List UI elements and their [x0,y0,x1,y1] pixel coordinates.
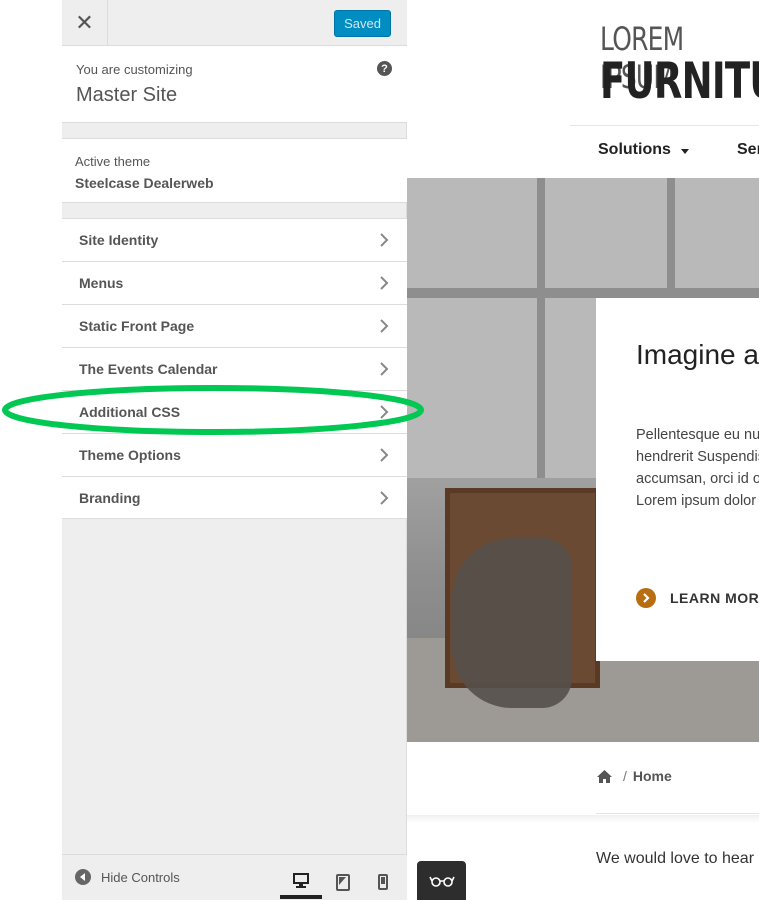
section-shadow [407,815,759,823]
hide-controls-label: Hide Controls [101,869,180,885]
chevron-right-icon [380,491,389,505]
nav-divider [570,125,759,126]
customizing-label: You are customizing [76,62,193,77]
collapse-icon [75,869,91,885]
section-site-identity[interactable]: Site Identity [62,218,407,261]
section-label: Additional CSS [79,404,181,420]
site-name: Master Site [76,84,178,106]
section-additional-css[interactable]: Additional CSS [62,390,407,433]
chevron-right-icon [380,405,389,419]
breadcrumb-separator: / [623,768,627,784]
section-label: The Events Calendar [79,361,218,377]
intro-text: We would love to hear [596,850,755,867]
window-frame [537,178,545,478]
customizing-info: You are customizing Master Site ? [62,46,407,123]
desktop-preview-button[interactable] [280,865,322,899]
site-preview: LOREM IPSUM FURNITURE Solutions Services… [407,0,759,900]
section-static-front-page[interactable]: Static Front Page [62,304,407,347]
section-menus[interactable]: Menus [62,261,407,304]
section-label: Site Identity [79,232,159,248]
close-icon: ✕ [75,9,94,35]
chevron-right-icon [380,319,389,333]
breadcrumb-divider [596,813,759,814]
window-frame [407,288,759,298]
nav-services[interactable]: Services [737,141,759,159]
close-button[interactable]: ✕ [62,0,108,45]
customizer-footer: Hide Controls [62,854,407,900]
section-events-calendar[interactable]: The Events Calendar [62,347,407,390]
chevron-right-icon [380,233,389,247]
hide-controls-button[interactable]: Hide Controls [75,869,180,885]
customizer-header: ✕ Saved [62,0,407,46]
breadcrumb: / Home [596,768,672,784]
nav-solutions[interactable]: Solutions [598,141,671,159]
caret-down-icon [681,149,689,154]
accessibility-toggle[interactable] [417,861,466,900]
section-theme-options[interactable]: Theme Options [62,433,407,476]
hero-body: Pellentesque eu nunc bibendum ac hendrer… [636,427,759,509]
section-label: Theme Options [79,447,181,463]
section-label: Menus [79,275,124,291]
saved-label: Saved [344,16,381,31]
home-icon[interactable] [596,769,613,784]
tablet-icon [336,873,350,891]
customizer-sidebar: ✕ Saved You are customizing Master Site … [62,0,407,900]
hero-chair [452,538,572,708]
learn-more-label: LEARN MORE [670,590,759,606]
active-theme-label: Active theme [75,154,151,169]
section-label: Static Front Page [79,318,195,334]
chevron-right-icon [636,588,656,608]
glasses-icon [428,876,455,887]
breadcrumb-home[interactable]: Home [633,768,672,784]
chevron-right-icon [380,448,389,462]
section-branding[interactable]: Branding [62,476,407,519]
saved-button[interactable]: Saved [334,10,391,37]
mobile-icon [378,874,388,890]
theme-name: Steelcase Dealerweb [75,175,214,191]
active-theme-panel[interactable]: Active theme Steelcase Dealerweb [62,138,407,203]
section-label: Branding [79,489,141,506]
tablet-preview-button[interactable] [322,865,364,899]
logo-line2: FURNITURE [600,52,759,110]
mobile-preview-button[interactable] [362,865,404,899]
chevron-right-icon [380,276,389,290]
chevron-right-icon [380,362,389,376]
hero-card: Imagine a place Pellentesque eu nunc bib… [596,298,759,661]
help-icon[interactable]: ? [377,61,392,76]
customizer-sections: Site Identity Menus Static Front Page Th… [62,218,407,519]
learn-more-link[interactable]: LEARN MORE [636,588,759,608]
desktop-icon [293,872,309,888]
hero-title: Imagine a place [636,339,759,370]
